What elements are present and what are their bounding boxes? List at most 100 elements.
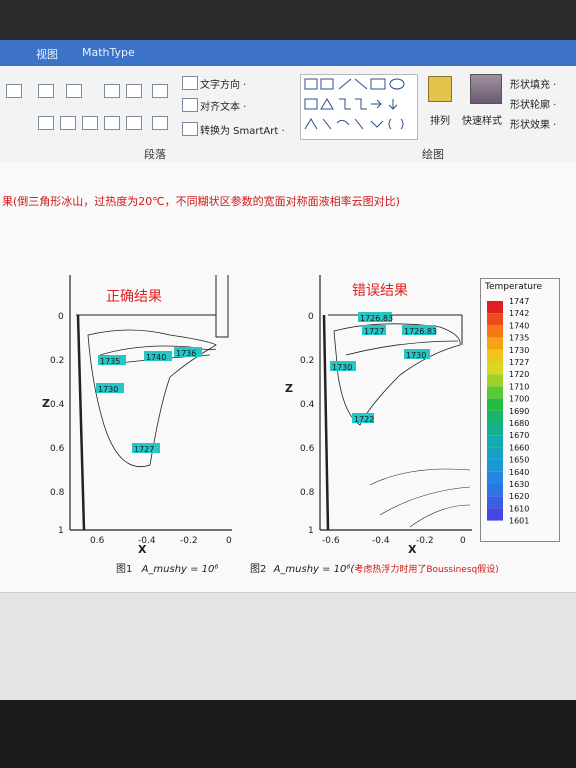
- contour-label: 1727: [364, 327, 384, 336]
- legend-color-swatch: [487, 349, 503, 362]
- figure-caption: 果(倒三角形冰山，过热度为20℃，不同糊状区参数的宽面对称面液相率云图对比): [2, 195, 400, 208]
- decrease-indent-icon[interactable]: [104, 84, 120, 98]
- legend-colorbar: 1747 1742 1740 1735 1730 1727 1720 1710 1700 1690…: [487, 297, 529, 526]
- align-left-icon[interactable]: [38, 116, 54, 130]
- legend-level-label: 1640: [509, 468, 529, 477]
- legend-level-label: 1670: [509, 431, 529, 440]
- legend-color-swatch: [487, 398, 503, 411]
- align-text-icon[interactable]: [182, 98, 198, 112]
- legend-color-swatch: [487, 471, 503, 484]
- legend-level-label: 1730: [509, 346, 529, 355]
- line-spacing-icon[interactable]: [152, 84, 168, 98]
- legend-level-label: 1747: [509, 297, 529, 306]
- tab-view[interactable]: 视图: [36, 46, 58, 62]
- legend-level-label: 1742: [509, 309, 529, 318]
- shape-fill-button[interactable]: 形状填充 ·: [510, 76, 556, 91]
- distributed-icon[interactable]: [126, 116, 142, 130]
- multilevel-list-icon[interactable]: [66, 84, 82, 98]
- text-direction-icon[interactable]: [182, 76, 198, 90]
- arrange-icon[interactable]: [428, 76, 452, 102]
- bullets-icon[interactable]: [6, 84, 22, 98]
- legend-color-swatch: [487, 325, 503, 338]
- legend-level-label: 1601: [509, 517, 529, 526]
- legend-level-label: 1680: [509, 419, 529, 428]
- increase-indent-icon[interactable]: [126, 84, 142, 98]
- x-tick: -0.2: [416, 536, 434, 546]
- left-wall: [76, 314, 86, 531]
- legend-level-label: 1620: [509, 492, 529, 501]
- justify-icon[interactable]: [104, 116, 120, 130]
- z-tick: 0.8: [50, 488, 65, 498]
- z-tick: 0: [308, 312, 314, 322]
- z-tick: 0.2: [50, 356, 64, 366]
- tab-mathtype[interactable]: MathType: [82, 46, 135, 59]
- contour-label: 1727: [134, 445, 154, 454]
- left-figure-number: 图1: [116, 564, 133, 575]
- contour-label: 1736: [176, 349, 196, 358]
- z-tick: 0.4: [50, 400, 65, 410]
- left-x-ticks: 0.6 -0.4 -0.2 0: [90, 536, 232, 546]
- z-tick: 1: [308, 526, 314, 536]
- legend-color-swatch: [487, 374, 503, 387]
- contour-label: 1726.83: [360, 314, 393, 323]
- legend-color-swatch: [487, 313, 503, 326]
- x-tick: 0: [226, 536, 232, 546]
- z-tick: 0.8: [300, 488, 315, 498]
- quick-styles-icon[interactable]: [470, 74, 502, 104]
- right-z-ticks: 0 0.2 0.4 0.6 0.8 1: [300, 312, 315, 536]
- right-x-axis-label: X: [408, 543, 417, 555]
- legend-level-label: 1720: [509, 370, 529, 379]
- legend-color-swatch: [487, 362, 503, 375]
- legend-level-label: 1710: [509, 382, 529, 391]
- shape-effects-button[interactable]: 形状效果 ·: [510, 116, 556, 131]
- align-right-icon[interactable]: [82, 116, 98, 130]
- right-figure-label: 图2 A_mushy = 10⁶(考虑热浮力时用了Boussinesq假设): [250, 560, 499, 575]
- legend-color-swatch: [487, 435, 503, 448]
- right-wall: [322, 314, 330, 531]
- temperature-legend: Temperature 1747 1742 1740 1735 1730 1727 1720…: [480, 278, 560, 542]
- x-tick: -0.2: [180, 536, 198, 546]
- screen: 视图 MathType 文字方向 · 对齐文本 · 转换为 SmartArt ·…: [0, 0, 576, 700]
- columns-icon[interactable]: [152, 116, 168, 130]
- legend-level-label: 1727: [509, 358, 529, 367]
- drawing-group-label: 绘图: [422, 148, 444, 161]
- legend-color-swatch: [487, 484, 503, 497]
- convert-smartart-button[interactable]: 转换为 SmartArt ·: [200, 122, 285, 137]
- z-tick: 0.2: [300, 356, 314, 366]
- smartart-icon[interactable]: [182, 122, 198, 136]
- align-center-icon[interactable]: [60, 116, 76, 130]
- contour-label: 1730: [98, 385, 118, 394]
- shapes-gallery[interactable]: [300, 74, 418, 140]
- contour-label: 1722: [354, 415, 374, 424]
- z-tick: 1: [58, 526, 64, 536]
- legend-color-swatch: [487, 508, 503, 521]
- numbering-icon[interactable]: [38, 84, 54, 98]
- x-tick: -0.4: [372, 536, 390, 546]
- z-tick: 0: [58, 312, 64, 322]
- left-figure-label: 图1 A_mushy = 10⁶: [116, 560, 218, 575]
- legend-level-label: 1700: [509, 395, 529, 404]
- paragraph-group-label: 段落: [144, 148, 166, 161]
- z-tick: 0.4: [300, 400, 315, 410]
- right-figure-note: 考虑热浮力时用了Boussinesq假设): [354, 565, 499, 575]
- legend-color-swatch: [487, 459, 503, 472]
- legend-color-swatch: [487, 386, 503, 399]
- right-z-axis-label: Z: [285, 382, 293, 395]
- contour-label: 1730: [332, 363, 352, 372]
- contour-label: 1726.83: [404, 327, 437, 336]
- x-tick: -0.6: [322, 536, 340, 546]
- z-tick: 0.6: [300, 444, 315, 454]
- shape-outline-button[interactable]: 形状轮廓 ·: [510, 96, 556, 111]
- arrange-button[interactable]: 排列: [430, 112, 450, 127]
- contour-label: 1730: [406, 351, 426, 360]
- legend-color-swatch: [487, 496, 503, 509]
- text-direction-button[interactable]: 文字方向 ·: [200, 76, 246, 91]
- legend-level-label: 1735: [509, 334, 529, 343]
- legend-color-swatch: [487, 423, 503, 436]
- left-x-axis-label: X: [138, 543, 147, 555]
- z-tick: 0.6: [50, 444, 65, 454]
- status-area: [0, 592, 576, 700]
- legend-level-label: 1690: [509, 407, 529, 416]
- quick-styles-button[interactable]: 快速样式: [462, 112, 502, 127]
- align-text-button[interactable]: 对齐文本 ·: [200, 98, 246, 113]
